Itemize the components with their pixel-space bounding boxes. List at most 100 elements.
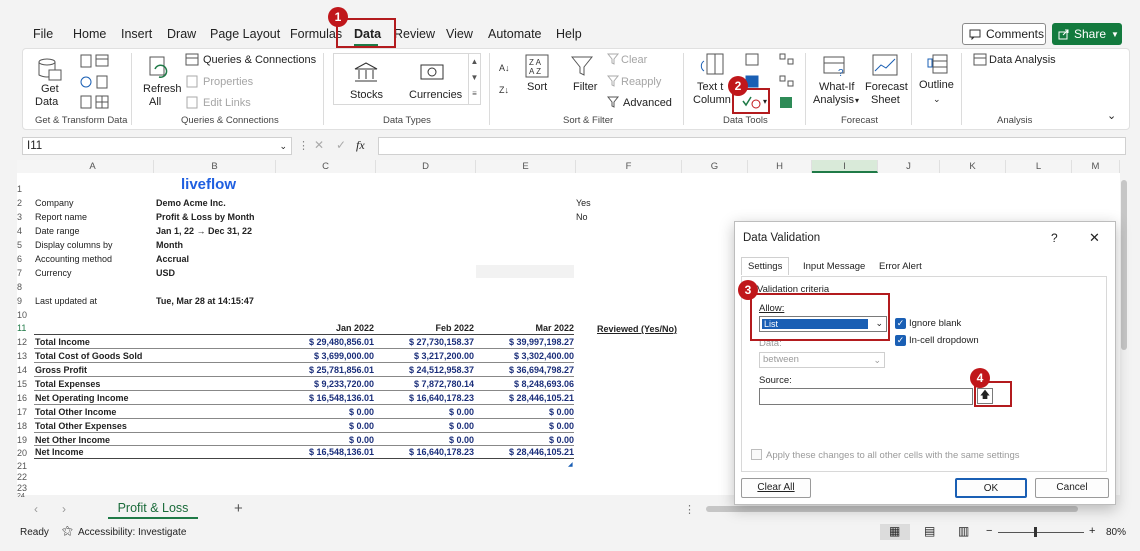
from-picture-icon[interactable] xyxy=(95,95,109,109)
column-header-h[interactable]: H xyxy=(748,160,812,173)
column-header-f[interactable]: F xyxy=(576,160,682,173)
refresh-all-label-2[interactable]: All xyxy=(149,96,161,108)
column-header-j[interactable]: J xyxy=(878,160,940,173)
row-header[interactable]: 19 xyxy=(17,435,32,445)
page-break-view-icon[interactable]: ▥ xyxy=(958,524,969,538)
formula-input[interactable] xyxy=(378,137,1126,155)
row-header[interactable]: 23 xyxy=(17,483,32,493)
row-header[interactable]: 15 xyxy=(17,379,32,389)
column-header-b[interactable]: B xyxy=(154,160,276,173)
from-web-icon[interactable] xyxy=(79,75,93,89)
in-cell-dropdown-checkbox[interactable]: ✓ xyxy=(895,335,906,346)
source-input[interactable] xyxy=(759,388,973,405)
flash-fill-icon[interactable] xyxy=(745,53,759,66)
gallery-scroll[interactable]: ▲ ▼ ≡ xyxy=(468,54,480,104)
share-button[interactable]: Share ▼ xyxy=(1052,23,1122,45)
column-header-a[interactable]: A xyxy=(32,160,154,173)
get-data-label[interactable]: Get xyxy=(41,83,59,95)
column-header-c[interactable]: C xyxy=(276,160,376,173)
row-header[interactable]: 16 xyxy=(17,393,32,403)
refresh-all-label[interactable]: Refresh xyxy=(143,83,182,95)
horizontal-scrollbar[interactable] xyxy=(700,506,1120,512)
sort-button[interactable]: Sort xyxy=(527,81,547,93)
tab-input-message[interactable]: Input Message xyxy=(803,261,865,272)
relationships-icon[interactable] xyxy=(779,75,795,88)
menu-tab-page-layout[interactable]: Page Layout xyxy=(210,27,280,41)
ok-button[interactable]: OK xyxy=(955,478,1027,498)
sheet-tab-profit-loss[interactable]: Profit & Loss xyxy=(108,499,198,519)
what-if-label-2[interactable]: Analysis xyxy=(813,94,854,106)
row-header[interactable]: 17 xyxy=(17,407,32,417)
text-to-columns-label[interactable]: Text t xyxy=(697,81,723,93)
column-header-l[interactable]: L xyxy=(1006,160,1072,173)
menu-tab-insert[interactable]: Insert xyxy=(121,27,152,41)
queries-connections-button[interactable]: Queries & Connections xyxy=(203,54,316,66)
edit-links-button[interactable]: Edit Links xyxy=(203,97,251,109)
column-header-g[interactable]: G xyxy=(682,160,748,173)
advanced-filter-button[interactable]: Advanced xyxy=(623,97,672,109)
chevron-left-icon[interactable]: ‹ xyxy=(34,502,38,516)
quick-analysis-icon[interactable]: ◢ xyxy=(568,461,573,468)
row-header[interactable]: 8 xyxy=(17,282,32,292)
menu-tab-automate[interactable]: Automate xyxy=(488,27,542,41)
chevron-down-icon[interactable]: ⌄ xyxy=(933,94,941,105)
forecast-label-2[interactable]: Sheet xyxy=(871,94,900,106)
column-header-e[interactable]: E xyxy=(476,160,576,173)
row-header[interactable]: 12 xyxy=(17,337,32,347)
page-layout-view-icon[interactable]: ▤ xyxy=(924,524,935,538)
zoom-thumb[interactable] xyxy=(1034,527,1037,537)
row-header[interactable]: 22 xyxy=(17,472,32,482)
menu-tab-formulas[interactable]: Formulas xyxy=(290,27,342,41)
add-sheet-icon[interactable]: + xyxy=(234,500,243,517)
row-header[interactable]: 2 xyxy=(17,198,32,208)
row-header[interactable]: 1 xyxy=(17,184,32,194)
zoom-out-icon[interactable]: − xyxy=(986,525,992,537)
menu-tab-help[interactable]: Help xyxy=(556,27,582,41)
select-all-corner[interactable] xyxy=(17,160,32,173)
zoom-in-icon[interactable]: + xyxy=(1089,525,1095,537)
filter-button[interactable]: Filter xyxy=(573,81,597,93)
vertical-scrollbar[interactable] xyxy=(1120,166,1128,366)
text-to-columns-label-2[interactable]: Column xyxy=(693,94,731,106)
what-if-label[interactable]: What-If xyxy=(819,81,854,93)
confirm-entry-icon[interactable]: ✓ xyxy=(336,138,346,152)
forecast-label[interactable]: Forecast xyxy=(865,81,908,93)
ignore-blank-checkbox[interactable]: ✓ xyxy=(895,318,906,329)
data-analysis-button[interactable]: Data Analysis xyxy=(989,54,1056,66)
more-icon[interactable]: ⋮ xyxy=(684,503,695,516)
from-table-icon[interactable] xyxy=(95,54,113,68)
apply-all-checkbox[interactable] xyxy=(751,449,762,460)
recent-sources-icon[interactable] xyxy=(95,75,109,89)
reapply-button[interactable]: Reapply xyxy=(621,76,661,88)
row-header[interactable]: 3 xyxy=(17,212,32,222)
accessibility-icon[interactable]: ⚝ xyxy=(62,525,73,538)
comments-button[interactable]: Comments xyxy=(962,23,1046,45)
tab-settings[interactable]: Settings xyxy=(741,257,790,275)
row-header[interactable]: 20 xyxy=(17,448,32,458)
zoom-level[interactable]: 80% xyxy=(1106,527,1126,538)
get-data-label-2[interactable]: Data xyxy=(35,96,58,108)
row-header[interactable]: 9 xyxy=(17,296,32,306)
row-header[interactable]: 14 xyxy=(17,365,32,375)
existing-connections-icon[interactable] xyxy=(79,95,93,109)
row-header[interactable]: 4 xyxy=(17,226,32,236)
row-header[interactable]: 10 xyxy=(17,310,32,320)
row-header[interactable]: 5 xyxy=(17,240,32,250)
row-header[interactable]: 13 xyxy=(17,351,32,361)
column-header-k[interactable]: K xyxy=(940,160,1006,173)
accessibility-status[interactable]: Accessibility: Investigate xyxy=(78,527,186,538)
sort-az-icon[interactable]: A↓ Z↓ xyxy=(499,59,517,101)
clear-filter-button[interactable]: Clear xyxy=(621,54,647,66)
menu-tab-draw[interactable]: Draw xyxy=(167,27,196,41)
from-text-icon[interactable] xyxy=(79,54,93,68)
cancel-button[interactable]: Cancel xyxy=(1035,478,1109,498)
menu-tab-review[interactable]: Review xyxy=(394,27,435,41)
data-select[interactable]: between ⌄ xyxy=(759,352,885,368)
insert-function-icon[interactable]: fx xyxy=(356,138,365,153)
row-header[interactable]: 21 xyxy=(17,461,32,471)
cancel-entry-icon[interactable]: ✕ xyxy=(314,138,324,152)
close-button[interactable]: ✕ xyxy=(1089,230,1100,246)
tab-error-alert[interactable]: Error Alert xyxy=(879,261,922,272)
currencies-button[interactable]: Currencies xyxy=(409,89,462,101)
chevron-down-icon[interactable]: ⌄ xyxy=(279,138,287,154)
